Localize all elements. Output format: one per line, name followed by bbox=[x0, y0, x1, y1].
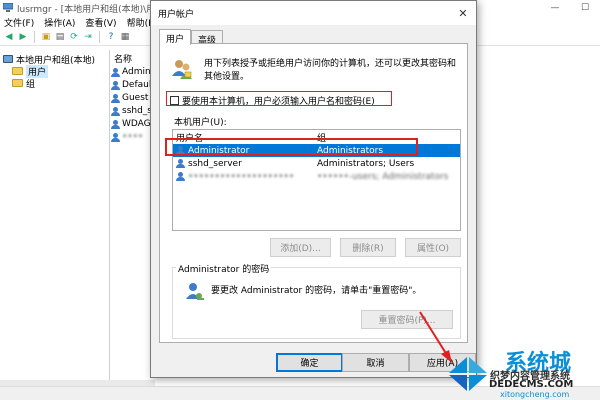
ok-button[interactable]: 确定 bbox=[276, 353, 343, 372]
watermark: 系统城 织梦内容管理系统 DEDECMS.COM xitongcheng.com bbox=[445, 345, 600, 400]
tree-item-local-users-groups[interactable]: 本地用户和组(本地) bbox=[3, 53, 95, 66]
menu-file[interactable]: 文件(F) bbox=[0, 15, 40, 29]
user-accounts-dialog: 用户帐户 ✕ 用户 高级 用下列表授予或拒绝用户访问你的计算机，还可以更改其密码… bbox=[150, 0, 477, 378]
refresh-icon[interactable]: ⟳ bbox=[68, 31, 80, 43]
list-item[interactable]: sshd_se bbox=[111, 105, 155, 117]
user-list: 名称 Admini Default Guest sshd_se WDAGU ••… bbox=[111, 50, 155, 385]
lusrmgr-title: lusrmgr - [本地用户和组(本地)\用户] bbox=[17, 5, 168, 15]
checkbox-label: 要使用本计算机，用户必须输入用户名和密码(E) bbox=[182, 97, 375, 107]
list-item[interactable]: •••• bbox=[111, 131, 143, 143]
help-icon[interactable]: ? bbox=[105, 31, 117, 43]
list-item[interactable]: Admini bbox=[111, 66, 153, 78]
dialog-title: 用户帐户 bbox=[158, 10, 195, 20]
up-folder-icon[interactable]: ▣ bbox=[40, 31, 52, 43]
properties-icon[interactable]: ▦ bbox=[119, 31, 131, 43]
user-icon bbox=[111, 80, 120, 90]
user-icon bbox=[111, 119, 120, 129]
computer-management-icon bbox=[3, 3, 13, 12]
dialog-titlebar: 用户帐户 ✕ bbox=[151, 1, 476, 25]
reset-password-button[interactable]: 重置密码(P)... bbox=[361, 310, 453, 329]
users-tab-page: 用下列表授予或拒绝用户访问你的计算机，还可以更改其密码和其他设置。 要使用本计算… bbox=[159, 43, 468, 343]
highlight-box bbox=[165, 138, 418, 156]
folder-icon bbox=[12, 67, 23, 75]
tree-item-groups[interactable]: 组 bbox=[12, 77, 35, 90]
users-group-icon bbox=[172, 60, 192, 79]
maximize-icon[interactable]: ☐ bbox=[570, 0, 600, 15]
watermark-site: xitongcheng.com bbox=[500, 390, 570, 399]
user-icon bbox=[111, 132, 120, 142]
list-item[interactable]: WDAGU bbox=[111, 118, 155, 130]
show-tree-icon[interactable]: ▤ bbox=[54, 31, 66, 43]
password-group: Administrator 的密码 要更改 Administrator 的密码，… bbox=[172, 262, 461, 339]
export-icon[interactable]: ⇥ bbox=[82, 31, 94, 43]
user-icon bbox=[111, 106, 120, 116]
tab-advanced[interactable]: 高级 bbox=[191, 30, 224, 46]
watermark-url: DEDECMS.COM bbox=[489, 379, 574, 390]
user-icon bbox=[176, 159, 185, 168]
minimize-icon[interactable]: — bbox=[540, 0, 570, 15]
password-group-title: Administrator 的密码 bbox=[176, 262, 272, 275]
navigation-tree: 本地用户和组(本地) 用户 组 bbox=[0, 50, 110, 385]
remove-user-button[interactable]: 删除(R) bbox=[340, 238, 396, 257]
menu-action[interactable]: 操作(A) bbox=[40, 15, 81, 29]
table-row[interactable]: sshd_server Administrators; Users bbox=[173, 157, 460, 170]
user-key-icon bbox=[186, 283, 204, 300]
tree-item-users[interactable]: 用户 bbox=[12, 64, 49, 78]
table-row[interactable]: •••••••••••••••••••• ••••••-users; Admin… bbox=[173, 170, 460, 183]
user-icon bbox=[176, 172, 185, 181]
require-password-checkbox[interactable] bbox=[170, 96, 179, 105]
list-item[interactable]: Guest bbox=[111, 92, 148, 104]
close-icon[interactable]: ✕ bbox=[456, 6, 470, 20]
tab-users[interactable]: 用户 bbox=[159, 29, 192, 45]
info-text: 用下列表授予或拒绝用户访问你的计算机，还可以更改其密码和其他设置。 bbox=[204, 59, 457, 82]
add-user-button[interactable]: 添加(D)... bbox=[270, 238, 331, 257]
user-icon bbox=[111, 67, 120, 77]
properties-button[interactable]: 属性(O) bbox=[405, 238, 461, 257]
back-arrow-icon[interactable]: ◀ bbox=[3, 31, 15, 43]
watermark-logo-icon bbox=[449, 357, 487, 391]
password-info-text: 要更改 Administrator 的密码，请单击"重置密码"。 bbox=[211, 286, 422, 296]
user-icon bbox=[111, 93, 120, 103]
cancel-button[interactable]: 取消 bbox=[342, 353, 409, 372]
dialog-tabs: 用户 高级 bbox=[159, 29, 224, 46]
computer-icon bbox=[3, 55, 13, 63]
list-header-name[interactable]: 名称 bbox=[114, 52, 132, 65]
forward-arrow-icon[interactable]: ▶ bbox=[17, 31, 29, 43]
folder-icon bbox=[12, 79, 23, 87]
list-item[interactable]: Default bbox=[111, 79, 155, 91]
menu-view[interactable]: 查看(V) bbox=[81, 15, 122, 29]
require-password-checkbox-row[interactable]: 要使用本计算机，用户必须输入用户名和密码(E) bbox=[170, 94, 375, 107]
local-users-label: 本机用户(U): bbox=[174, 118, 227, 128]
